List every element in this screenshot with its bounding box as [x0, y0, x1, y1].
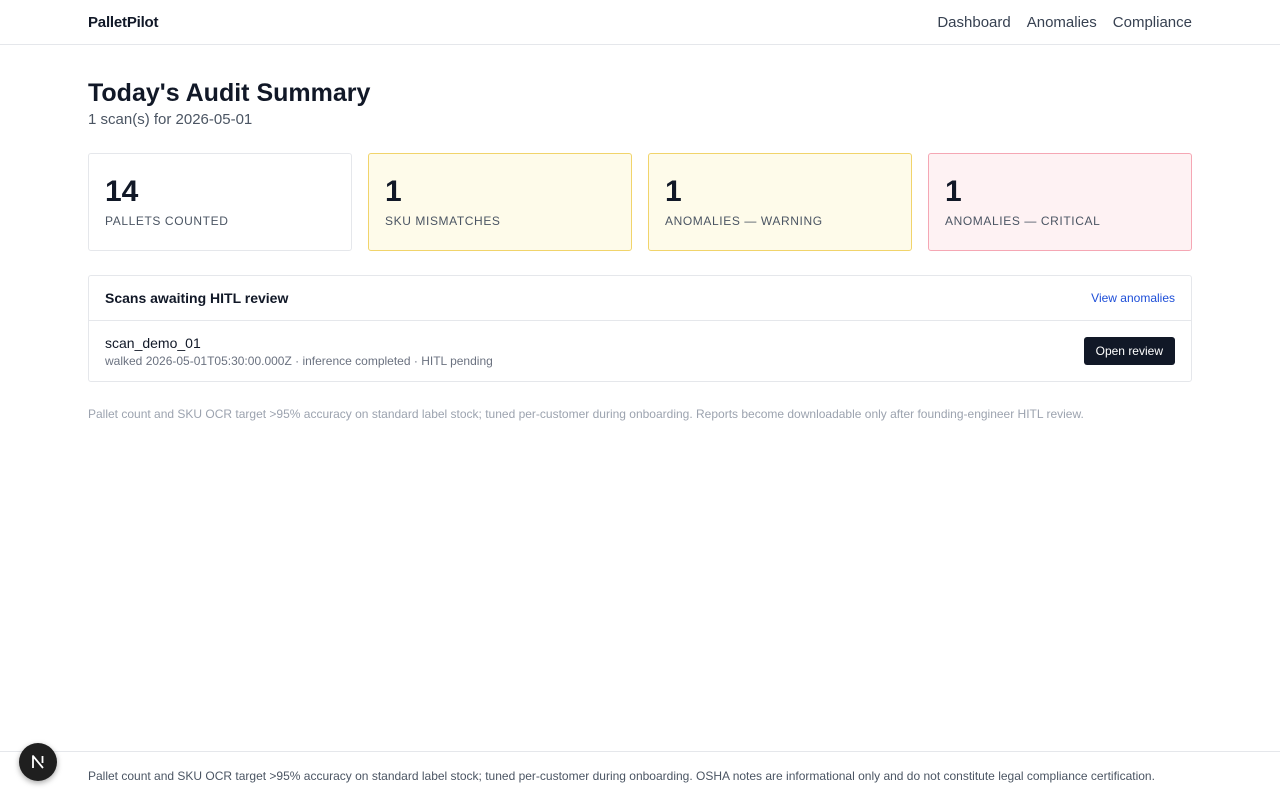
stat-card-anomalies-critical: 1 ANOMALIES — CRITICAL: [928, 153, 1192, 251]
hitl-review-panel: Scans awaiting HITL review View anomalie…: [88, 275, 1192, 382]
scan-meta: walked 2026-05-01T05:30:00.000Z · infere…: [105, 353, 493, 368]
stat-card-anomalies-warning: 1 ANOMALIES — WARNING: [648, 153, 912, 251]
page-title: Today's Audit Summary: [88, 79, 371, 107]
stat-value: 1: [665, 175, 682, 208]
footer: Pallet count and SKU OCR target >95% acc…: [0, 751, 1280, 800]
panel-header: Scans awaiting HITL review View anomalie…: [89, 276, 1191, 321]
accuracy-note: Pallet count and SKU OCR target >95% acc…: [88, 407, 1084, 421]
page-subtitle: 1 scan(s) for 2026-05-01: [88, 111, 253, 128]
top-bar: PalletPilot Dashboard Anomalies Complian…: [0, 0, 1280, 45]
scan-id: scan_demo_01: [105, 334, 201, 351]
footer-text: Pallet count and SKU OCR target >95% acc…: [88, 769, 1155, 783]
stat-card-pallets-counted: 14 PALLETS COUNTED: [88, 153, 352, 251]
scan-info: scan_demo_01 walked 2026-05-01T05:30:00.…: [105, 335, 493, 368]
nav-anomalies[interactable]: Anomalies: [1027, 14, 1097, 31]
main-content: Today's Audit Summary 1 scan(s) for 2026…: [88, 78, 1192, 421]
stat-value: 14: [105, 175, 139, 208]
stat-label: ANOMALIES — CRITICAL: [945, 214, 1101, 228]
stat-label: PALLETS COUNTED: [105, 214, 229, 228]
brand-logo[interactable]: PalletPilot: [88, 14, 159, 31]
next-logo-icon[interactable]: [19, 743, 57, 781]
stats-row: 14 PALLETS COUNTED 1 SKU MISMATCHES 1 AN…: [88, 153, 1192, 251]
stat-value: 1: [385, 175, 402, 208]
stat-label: SKU MISMATCHES: [385, 214, 501, 228]
stat-value: 1: [945, 175, 962, 208]
next-logo-glyph: [32, 755, 44, 769]
view-anomalies-link[interactable]: View anomalies: [1091, 291, 1175, 305]
nav-dashboard[interactable]: Dashboard: [937, 14, 1010, 31]
scan-row: scan_demo_01 walked 2026-05-01T05:30:00.…: [89, 321, 1191, 381]
nav-compliance[interactable]: Compliance: [1113, 14, 1192, 31]
main-nav: Dashboard Anomalies Compliance: [937, 14, 1192, 31]
stat-label: ANOMALIES — WARNING: [665, 214, 823, 228]
stat-card-sku-mismatches: 1 SKU MISMATCHES: [368, 153, 632, 251]
open-review-button[interactable]: Open review: [1083, 337, 1175, 365]
panel-title: Scans awaiting HITL review: [105, 290, 289, 306]
